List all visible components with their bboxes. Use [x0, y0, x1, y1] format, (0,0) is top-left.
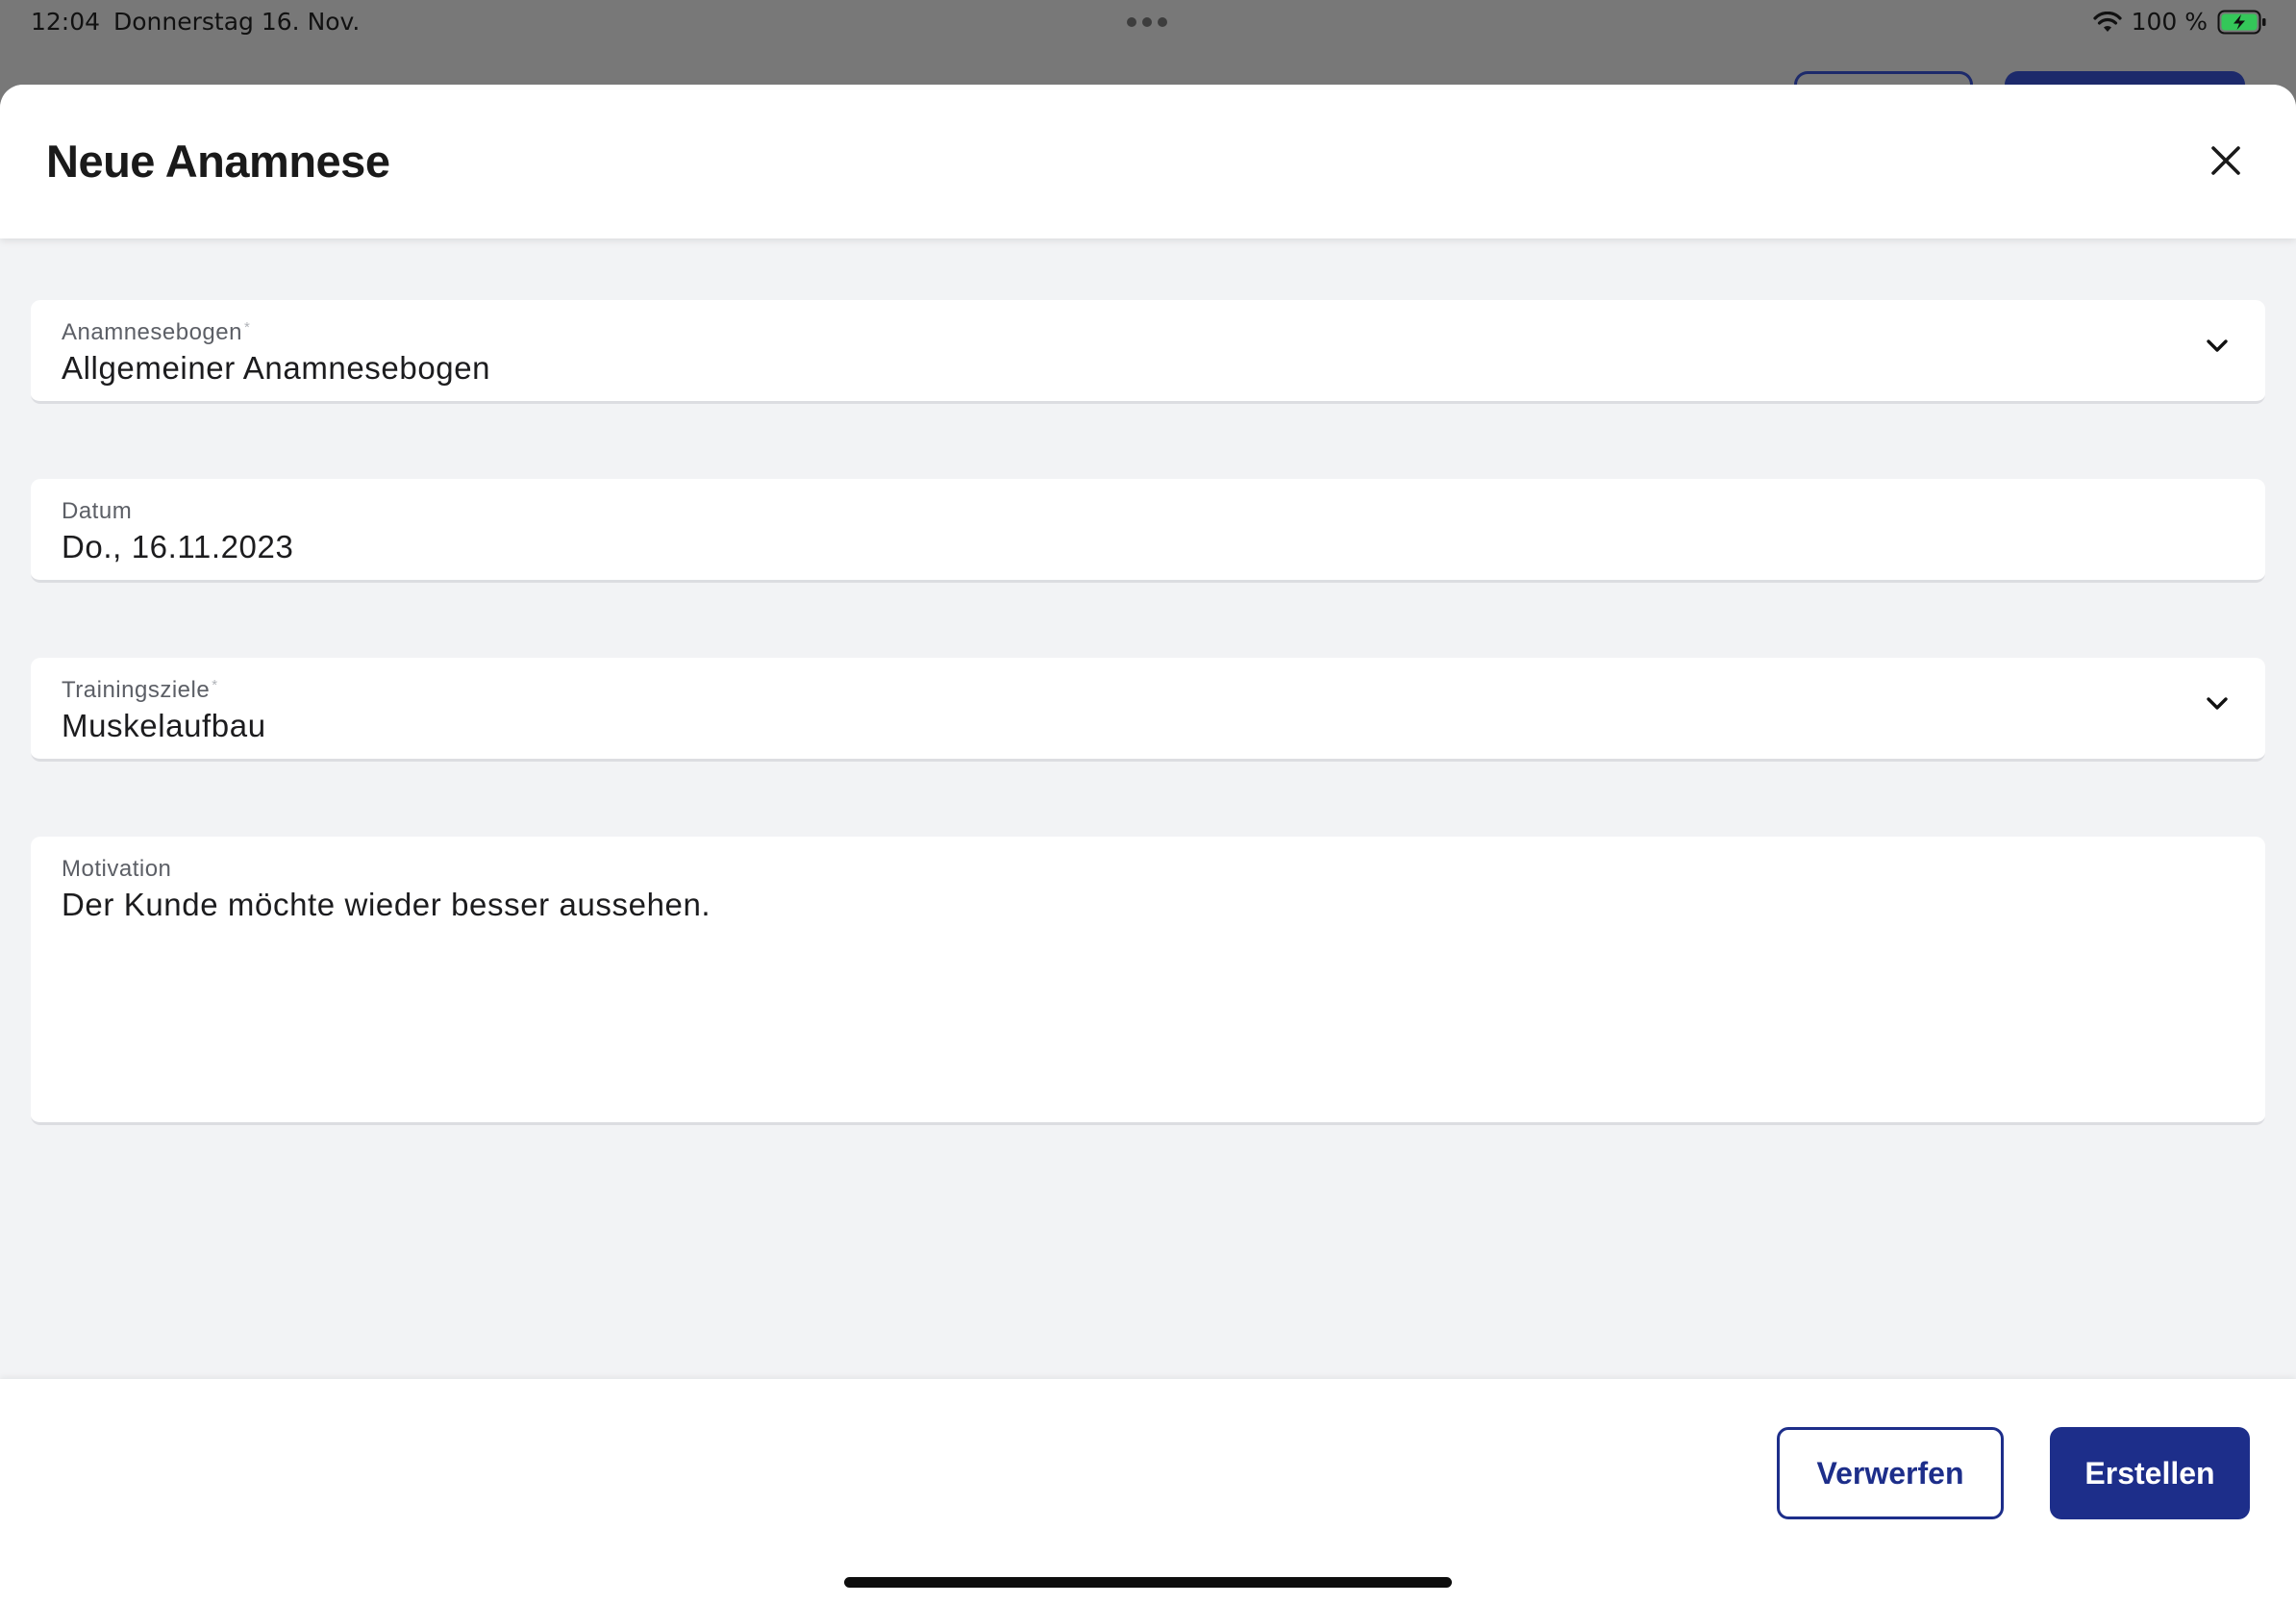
- status-date: Donnerstag 16. Nov.: [113, 8, 361, 36]
- home-indicator[interactable]: [844, 1577, 1452, 1588]
- close-button[interactable]: [2202, 137, 2250, 185]
- status-bar: 12:04 Donnerstag 16. Nov. 100 %: [0, 0, 2296, 46]
- trainingsziele-value: Muskelaufbau: [62, 708, 266, 743]
- sheet-footer: Verwerfen Erstellen: [0, 1379, 2296, 1604]
- chevron-down-icon: [2207, 697, 2228, 710]
- page-title: Neue Anamnese: [46, 136, 390, 187]
- wifi-icon: [2092, 11, 2122, 33]
- motivation-value: Der Kunde möchte wieder besser aussehen.: [62, 887, 711, 922]
- battery-percent: 100 %: [2131, 8, 2208, 36]
- anamnesebogen-value: Allgemeiner Anamnesebogen: [62, 350, 491, 386]
- chevron-down-icon: [2207, 339, 2228, 352]
- required-mark: *: [243, 319, 251, 336]
- new-anamnesis-sheet: Neue Anamnese Anamnesebogen * Allgemeiner…: [0, 85, 2296, 1604]
- status-time: 12:04: [31, 8, 101, 36]
- date-field[interactable]: Datum Do., 16.11.2023: [31, 479, 2265, 583]
- date-value: Do., 16.11.2023: [62, 529, 294, 564]
- multitasking-dots-icon[interactable]: [1127, 17, 1167, 27]
- close-icon: [2211, 146, 2240, 175]
- motivation-textarea[interactable]: Motivation Der Kunde möchte wieder besse…: [31, 837, 2265, 1125]
- status-indicators: 100 %: [2092, 8, 2267, 36]
- required-mark: *: [212, 677, 218, 693]
- field-label-motivation: Motivation: [62, 856, 172, 882]
- field-label-anamnesebogen: Anamnesebogen *: [62, 319, 251, 345]
- field-label-datum: Datum: [62, 498, 133, 524]
- battery-charging-icon: [2217, 10, 2267, 35]
- sheet-header: Neue Anamnese: [0, 85, 2296, 238]
- discard-button[interactable]: Verwerfen: [1777, 1427, 2004, 1519]
- field-label-trainingsziele: Trainingsziele *: [62, 677, 218, 703]
- create-button[interactable]: Erstellen: [2050, 1427, 2250, 1519]
- anamnesebogen-select[interactable]: Anamnesebogen * Allgemeiner Anamnesebogen: [31, 300, 2265, 404]
- trainingsziele-select[interactable]: Trainingsziele * Muskelaufbau: [31, 658, 2265, 762]
